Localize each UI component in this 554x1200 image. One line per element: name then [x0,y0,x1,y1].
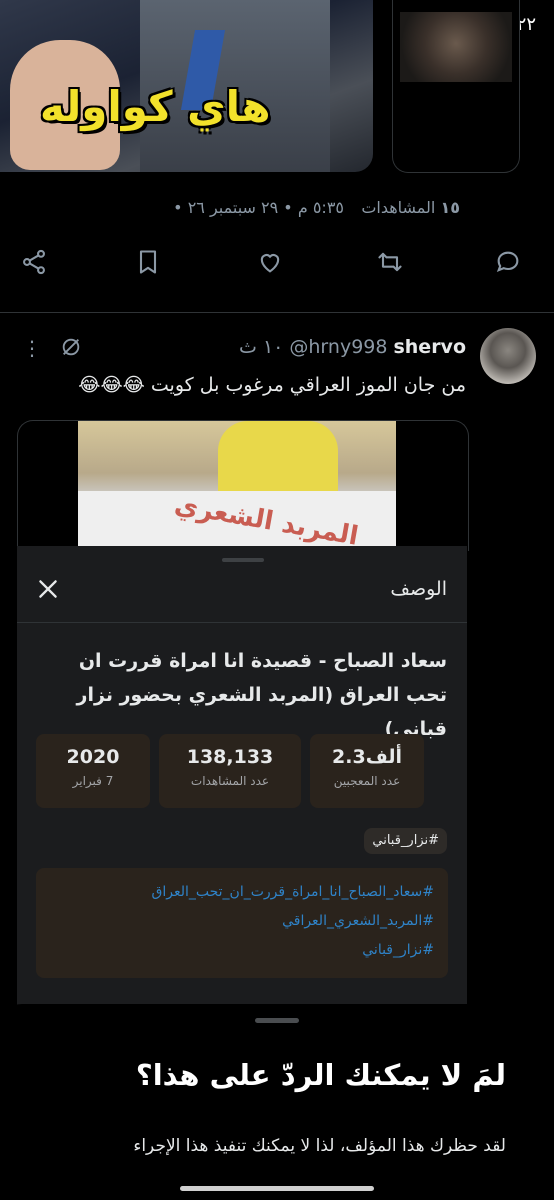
stat-date: 2020 7 فبراير [36,734,150,808]
reply-restricted-sheet: لمَ لا يمكنك الردّ على هذا؟ لقد حظرك هذا… [0,1004,554,1200]
bottom-sheet-handle[interactable] [255,1018,299,1023]
media-image-right[interactable] [392,0,520,173]
views-count: ١٥ [440,198,460,217]
sheet-divider [17,622,467,623]
stat-views-value: 138,133 [186,746,274,768]
tweet-handle[interactable]: @hrny998 [289,336,387,358]
more-options-icon[interactable]: ⋮ [22,336,42,360]
hashtag-link[interactable]: #نزار_قباني [362,942,434,958]
stat-date-value: 2020 [66,746,120,768]
reply-button[interactable] [494,248,534,288]
retweet-icon [378,252,402,272]
tweet-author-name[interactable]: shervo [393,336,466,358]
like-button[interactable] [256,248,296,288]
grok-icon[interactable] [60,336,82,358]
tweet-header: ١٠ ث @hrny998 shervo [239,336,466,358]
stat-likes-value: 2.3ألف [332,746,402,768]
media-thumbnail [400,12,512,82]
heart-icon [260,254,280,273]
section-divider [0,312,554,313]
views-label: المشاهدات [361,198,436,217]
stat-views-label: عدد المشاهدات [190,774,270,788]
video-frame: المربد الشعري [78,421,396,551]
video-description: سعاد الصباح - قصيدة انا امراة قررت ان تح… [76,650,447,740]
bookmark-icon [139,250,157,274]
restricted-message: لقد حظرك هذا المؤلف، لذا لا يمكنك تنفيذ … [133,1136,506,1156]
retweet-button[interactable] [376,248,416,288]
tweet-views: ١٥ المشاهدات [361,198,460,217]
video-player[interactable]: المربد الشعري [17,420,469,551]
gesture-navigation-bar[interactable] [180,1186,374,1191]
close-button[interactable] [35,576,61,602]
hashtag-pill[interactable]: #نزار_قباني [364,828,447,854]
stat-likes: 2.3ألف عدد المعجبين [310,734,424,808]
close-icon [39,580,57,598]
stat-date-label: 7 فبراير [72,774,114,788]
share-icon [23,249,45,275]
sheet-drag-handle[interactable] [222,558,264,562]
hashtag-link[interactable]: #سعاد_الصباح_انا_امراة_قررت_ان_تحب_العرا… [151,884,434,900]
media-caption: هاي كواوله [40,82,271,131]
sheet-title: الوصف [390,578,447,600]
bookmark-button[interactable] [134,248,174,288]
tweet-timestamp: ٥:٣٥ م • ٢٩ سبتمبر ٢٦ • [173,198,344,217]
tweet-time: ١٠ ث [239,336,284,358]
share-button[interactable] [20,248,60,288]
description-sheet: الوصف سعاد الصباح - قصيدة انا امراة قررت… [17,546,467,1006]
tweet-actions [0,248,554,294]
avatar[interactable] [480,328,536,384]
reply-icon [496,251,519,272]
hashtag-list: #سعاد_الصباح_انا_امراة_قررت_ان_تحب_العرا… [36,868,448,978]
media-image-left[interactable]: هاي كواوله [0,0,373,172]
stat-likes-label: عدد المعجبين [333,774,401,788]
restricted-title: لمَ لا يمكنك الردّ على هذا؟ [135,1058,506,1092]
stat-views: 138,133 عدد المشاهدات [159,734,301,808]
hashtag-link[interactable]: #المربد_الشعري_العراقي [282,913,434,929]
tweet-text: من جان الموز العراقي مرغوب بل كويت 😂😂😂 [78,374,466,396]
